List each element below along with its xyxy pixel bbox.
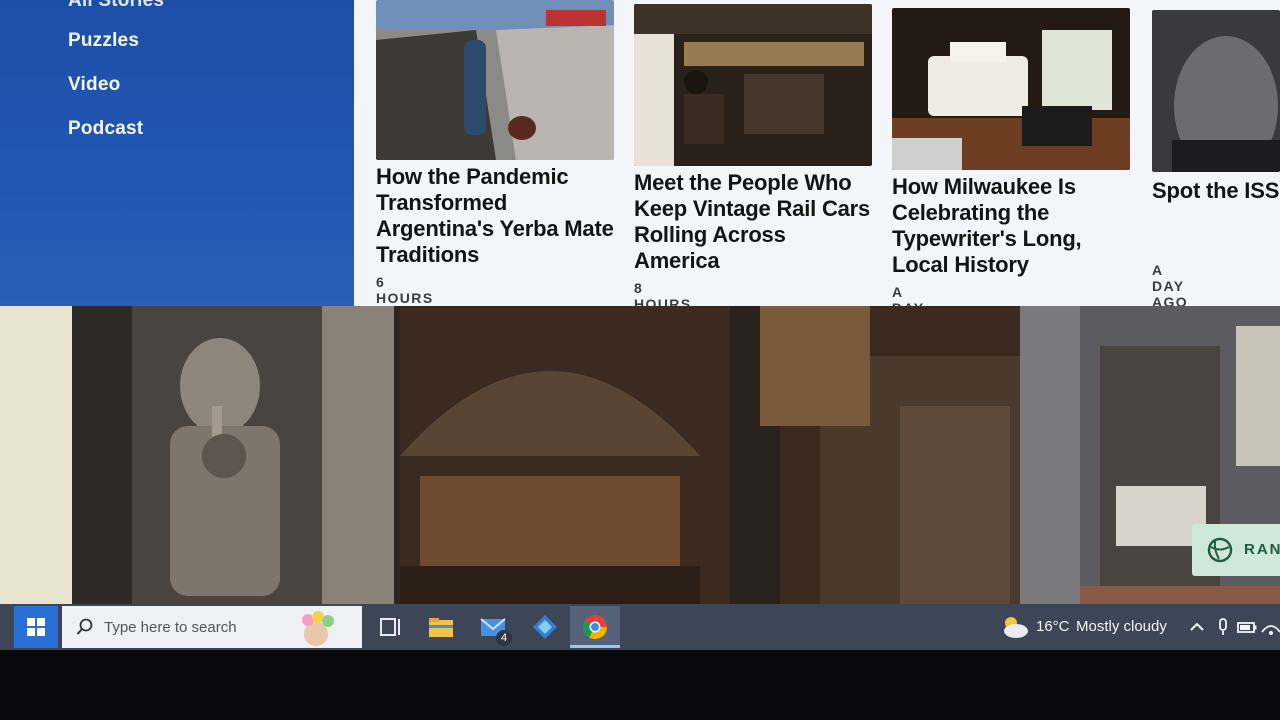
network-icon[interactable] <box>1260 616 1280 638</box>
gallery-image-carved-choir-stalls[interactable] <box>400 306 1020 626</box>
search-placeholder: Type here to search <box>104 619 237 636</box>
sidebar-item-puzzles[interactable]: Puzzles <box>68 30 139 52</box>
gallery-image-edge[interactable] <box>0 306 72 626</box>
file-explorer-icon[interactable] <box>426 612 456 642</box>
gallery-image-bagpiper-carving[interactable] <box>72 306 394 626</box>
photo-gallery <box>0 306 1280 626</box>
search-icon <box>76 618 93 635</box>
random-button-label: RAN <box>1244 541 1280 558</box>
weather-condition[interactable]: Mostly cloudy <box>1076 618 1167 635</box>
article-title[interactable]: How the Pandemic Transformed Argentina's… <box>376 164 616 268</box>
article-title[interactable]: How Milwaukee Is Celebrating the Typewri… <box>892 174 1132 278</box>
article-thumbnail[interactable] <box>634 4 872 166</box>
taskbar-search-box[interactable]: Type here to search <box>62 606 362 648</box>
edge-icon[interactable] <box>530 612 560 642</box>
article-title[interactable]: Spot the ISS Other Satel Our Busy Nig <box>1152 178 1280 204</box>
sidebar-item-podcast[interactable]: Podcast <box>68 118 143 140</box>
microphone-icon[interactable] <box>1212 616 1234 638</box>
taskbar: Type here to search 4 16°C Mostly cloudy <box>0 604 1280 650</box>
sidebar-item-video[interactable]: Video <box>68 74 120 96</box>
mail-badge: 4 <box>496 630 512 646</box>
chrome-icon <box>583 615 607 640</box>
search-highlight-illustration[interactable] <box>288 610 344 646</box>
battery-icon[interactable] <box>1236 616 1258 638</box>
article-timestamp: A DAY AGO <box>1152 262 1189 310</box>
windows-icon <box>27 618 45 636</box>
random-button[interactable]: RAN <box>1192 524 1280 576</box>
mail-app[interactable]: 4 <box>478 612 512 646</box>
weather-temperature[interactable]: 16°C <box>1036 618 1070 635</box>
sidebar-nav: All Stories Puzzles Video Podcast <box>0 0 354 310</box>
cloud-icon[interactable] <box>1000 614 1030 640</box>
gallery-image-tomb-interior[interactable] <box>1020 306 1280 626</box>
task-view-icon[interactable] <box>376 612 406 642</box>
start-button[interactable] <box>14 606 58 648</box>
sidebar-item-all-stories[interactable]: All Stories <box>68 0 164 12</box>
article-title[interactable]: Meet the People Who Keep Vintage Rail Ca… <box>634 170 874 274</box>
article-thumbnail[interactable] <box>892 8 1130 170</box>
globe-icon <box>1207 537 1233 563</box>
chrome-taskbar-button[interactable] <box>570 606 620 648</box>
article-thumbnail[interactable] <box>376 0 614 160</box>
article-thumbnail[interactable] <box>1152 10 1280 172</box>
chevron-up-icon[interactable] <box>1186 616 1208 638</box>
browser-page: All Stories Puzzles Video Podcast How th… <box>0 0 1280 640</box>
article-cards: How the Pandemic Transformed Argentina's… <box>354 0 1280 332</box>
